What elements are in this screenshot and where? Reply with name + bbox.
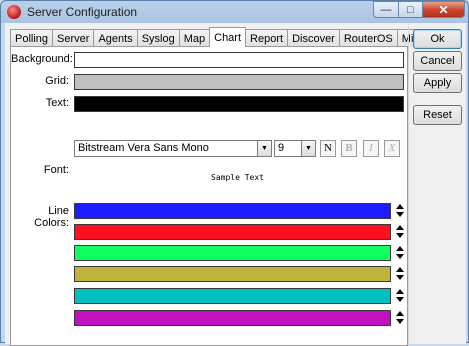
- strike-style-button[interactable]: X: [384, 140, 400, 157]
- line-color-5-swatch[interactable]: [74, 288, 391, 304]
- tab-chart[interactable]: Chart: [209, 27, 247, 47]
- background-label: Background:: [11, 53, 73, 65]
- tab-server[interactable]: Server: [52, 29, 95, 47]
- sample-text-preview: Sample Text: [211, 173, 264, 182]
- tab-report[interactable]: Report: [245, 29, 289, 47]
- server-configuration-window: Server Configuration — □ ✕ Polling Serve…: [0, 0, 469, 346]
- font-size-select[interactable]: 9 ▼: [274, 140, 316, 157]
- tab-discover[interactable]: Discover: [287, 29, 340, 47]
- app-icon: [7, 5, 21, 19]
- maximize-icon: □: [407, 3, 414, 16]
- apply-button[interactable]: Apply: [413, 73, 462, 93]
- background-color-swatch[interactable]: [74, 52, 404, 68]
- font-name-select[interactable]: Bitstream Vera Sans Mono ▼: [74, 140, 272, 157]
- ok-button[interactable]: Ok: [413, 29, 462, 49]
- title-bar[interactable]: Server Configuration — □ ✕: [1, 1, 468, 23]
- tab-agents[interactable]: Agents: [93, 29, 138, 47]
- dialog-body: Polling Server Agents Syslog Map Chart R…: [5, 23, 466, 346]
- line-color-2-swatch[interactable]: [74, 224, 391, 240]
- minimize-icon: —: [380, 3, 392, 16]
- line-color-6-swatch[interactable]: [74, 310, 391, 326]
- grid-color-swatch[interactable]: [74, 74, 404, 90]
- reorder-arrows-icon[interactable]: [395, 225, 405, 239]
- reorder-arrows-icon[interactable]: [395, 267, 405, 281]
- chevron-down-icon: ▼: [301, 141, 315, 156]
- tab-syslog[interactable]: Syslog: [136, 29, 180, 47]
- text-label: Text:: [45, 97, 69, 109]
- line-color-4-swatch[interactable]: [74, 266, 391, 282]
- reorder-arrows-icon[interactable]: [395, 204, 405, 218]
- window-title: Server Configuration: [27, 5, 138, 19]
- normal-style-button[interactable]: N: [320, 140, 336, 157]
- close-button[interactable]: ✕: [422, 1, 465, 18]
- reorder-arrows-icon[interactable]: [395, 311, 405, 325]
- cancel-button[interactable]: Cancel: [413, 51, 462, 71]
- italic-style-button[interactable]: I: [363, 140, 379, 157]
- close-icon: ✕: [438, 2, 449, 17]
- tab-map[interactable]: Map: [178, 29, 211, 47]
- grid-label: Grid:: [45, 75, 69, 87]
- line-color-3-swatch[interactable]: [74, 245, 391, 261]
- font-label: Font:: [43, 164, 69, 176]
- line-colors-label: Line Colors:: [34, 205, 69, 229]
- tab-polling[interactable]: Polling: [10, 29, 54, 47]
- bold-style-button[interactable]: B: [341, 140, 357, 157]
- tab-strip: Polling Server Agents Syslog Map Chart R…: [10, 27, 448, 47]
- reorder-arrows-icon[interactable]: [395, 289, 405, 303]
- chart-tab-panel: Background: Grid: Text: Bitstream Vera S…: [10, 46, 408, 346]
- minimize-button[interactable]: —: [373, 1, 399, 18]
- reset-button[interactable]: Reset: [413, 105, 462, 125]
- font-size-value: 9: [278, 142, 285, 154]
- tab-routeros[interactable]: RouterOS: [338, 29, 398, 47]
- line-color-1-swatch[interactable]: [74, 203, 391, 219]
- font-name-value: Bitstream Vera Sans Mono: [78, 142, 209, 154]
- text-color-swatch[interactable]: [74, 96, 404, 112]
- maximize-button[interactable]: □: [398, 1, 423, 18]
- chevron-down-icon: ▼: [257, 141, 271, 156]
- reorder-arrows-icon[interactable]: [395, 246, 405, 260]
- vertical-divider: [408, 23, 409, 344]
